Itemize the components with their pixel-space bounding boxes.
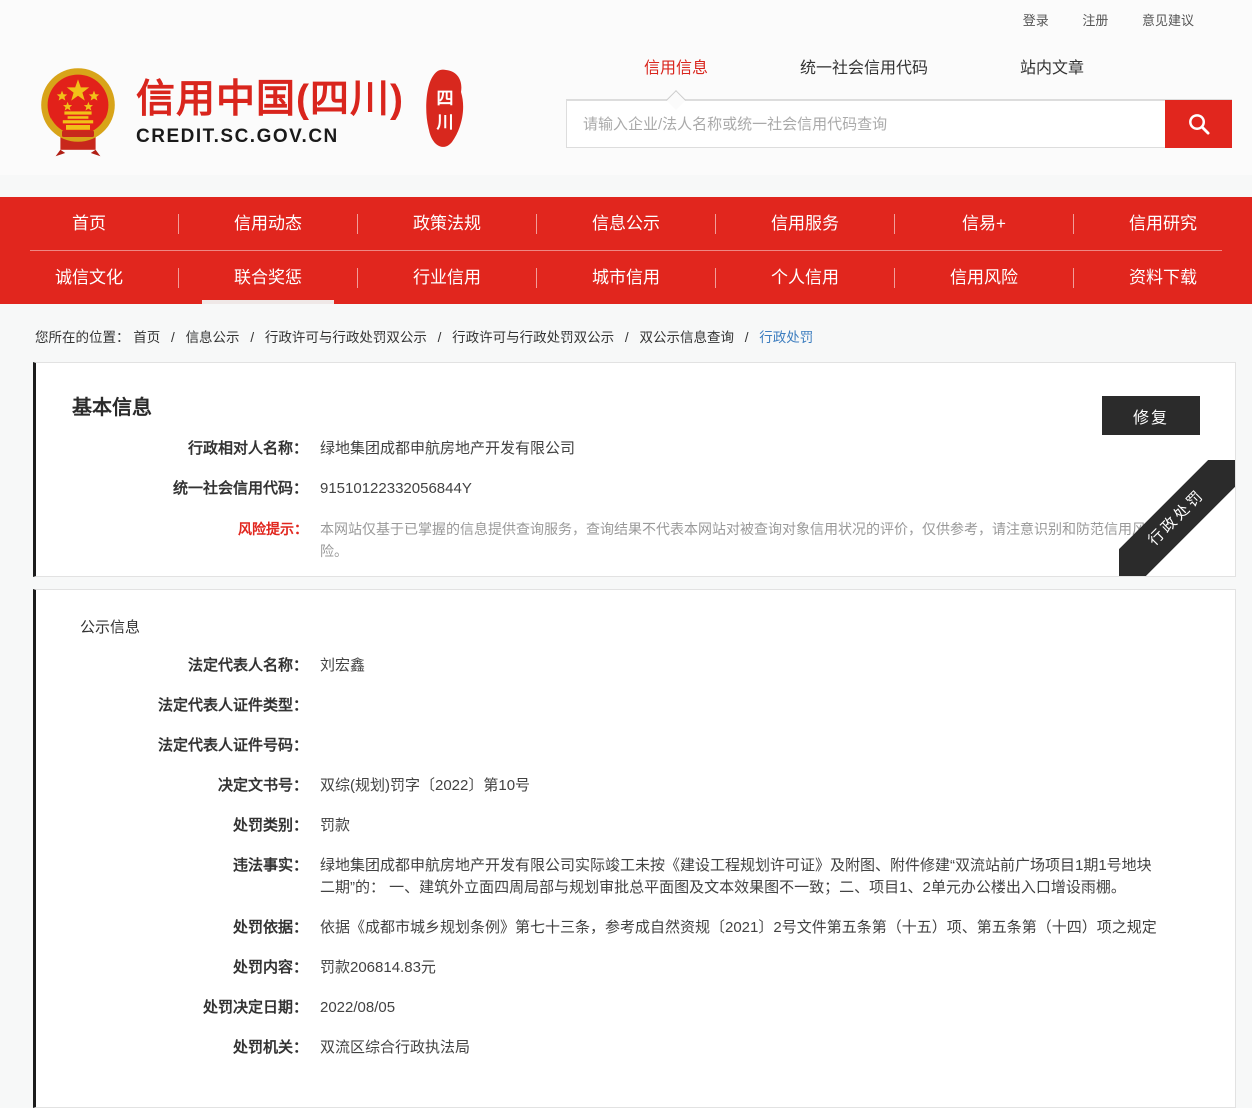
field-value: 双综(规划)罚字〔2022〕第10号	[320, 775, 1215, 797]
field-value: 91510122332056844Y	[320, 478, 1215, 500]
nav-item-home[interactable]: 首页	[0, 197, 178, 250]
nav-item-credit-risk[interactable]: 信用风险	[895, 251, 1073, 304]
basic-info-card: 基本信息 修复 行政相对人名称： 绿地集团成都申航房地产开发有限公司 统一社会信…	[33, 362, 1236, 577]
field-label: 法定代表人名称：	[56, 655, 308, 677]
tab-unified-code[interactable]: 统一社会信用代码	[800, 43, 928, 99]
field-value: 绿地集团成都申航房地产开发有限公司	[320, 438, 1215, 460]
site-title: 信用中国(四川)	[136, 78, 404, 122]
nav-item-personal-credit[interactable]: 个人信用	[716, 251, 894, 304]
risk-notice-row: 风险提示： 本网站仅基于已掌握的信息提供查询服务，查询结果不代表本网站对被查询对…	[56, 518, 1215, 562]
search-icon	[1186, 111, 1212, 137]
breadcrumb-separator: /	[745, 330, 749, 345]
field-value	[320, 695, 1215, 717]
nav-row-2: 诚信文化 联合奖惩 行业信用 城市信用 个人信用 信用风险 资料下载	[0, 251, 1252, 304]
field-value: 刘宏鑫	[320, 655, 1215, 677]
breadcrumb-dual-disclosure-1[interactable]: 行政许可与行政处罚双公示	[265, 330, 427, 345]
site-logo[interactable]: 信用中国(四川) CREDIT.SC.GOV.CN 四 川	[38, 51, 468, 175]
public-info-card: 公示信息 法定代表人名称： 刘宏鑫 法定代表人证件类型： 法定代表人证件号码： …	[33, 589, 1236, 1108]
nav-item-integrity-culture[interactable]: 诚信文化	[0, 251, 178, 304]
breadcrumb: 您所在的位置： 首页 / 信息公示 / 行政许可与行政处罚双公示 / 行政许可与…	[0, 304, 1252, 362]
nav-item-policies[interactable]: 政策法规	[358, 197, 536, 250]
svg-text:川: 川	[435, 113, 453, 132]
info-row: 处罚类别： 罚款	[56, 815, 1215, 837]
main-navigation: 首页 信用动态 政策法规 信息公示 信用服务 信易+ 信用研究 诚信文化 联合奖…	[0, 197, 1252, 304]
field-label: 处罚决定日期：	[56, 997, 308, 1019]
register-link[interactable]: 注册	[1082, 13, 1108, 28]
nav-item-downloads[interactable]: 资料下载	[1074, 251, 1252, 304]
info-row: 决定文书号： 双综(规划)罚字〔2022〕第10号	[56, 775, 1215, 797]
topbar: 登录 注册 意见建议	[0, 0, 1252, 29]
breadcrumb-home[interactable]: 首页	[133, 330, 160, 345]
field-label: 处罚机关：	[56, 1037, 308, 1059]
field-label: 法定代表人证件号码：	[56, 735, 308, 757]
search-tabs: 信用信息 统一社会信用代码 站内文章	[566, 43, 1232, 100]
info-row: 法定代表人证件号码：	[56, 735, 1215, 757]
feedback-link[interactable]: 意见建议	[1142, 13, 1194, 28]
search-button[interactable]	[1165, 100, 1232, 148]
field-label: 法定代表人证件类型：	[56, 695, 308, 717]
search-input[interactable]	[566, 100, 1165, 148]
info-row: 处罚内容： 罚款206814.83元	[56, 957, 1215, 979]
field-label: 处罚依据：	[56, 917, 308, 939]
site-header: 登录 注册 意见建议	[0, 0, 1252, 175]
risk-text: 本网站仅基于已掌握的信息提供查询服务，查询结果不代表本网站对被查询对象信用状况的…	[320, 518, 1215, 562]
nav-item-joint-reward-punishment[interactable]: 联合奖惩	[179, 251, 357, 304]
nav-item-info-disclosure[interactable]: 信息公示	[537, 197, 715, 250]
repair-button[interactable]: 修复	[1102, 396, 1200, 435]
nav-item-industry-credit[interactable]: 行业信用	[358, 251, 536, 304]
breadcrumb-dual-query[interactable]: 双公示信息查询	[639, 330, 734, 345]
breadcrumb-separator: /	[171, 330, 175, 345]
field-value: 绿地集团成都申航房地产开发有限公司实际竣工未按《建设工程规划许可证》及附图、附件…	[320, 855, 1215, 899]
field-value: 罚款	[320, 815, 1215, 837]
header-right: 信用信息 统一社会信用代码 站内文章	[566, 43, 1232, 175]
nav-item-credit-services[interactable]: 信用服务	[716, 197, 894, 250]
breadcrumb-info-disclosure[interactable]: 信息公示	[186, 330, 240, 345]
header-main: 信用中国(四川) CREDIT.SC.GOV.CN 四 川 信用信息 统一社会信…	[0, 29, 1252, 175]
field-label: 统一社会信用代码：	[56, 478, 308, 500]
field-label: 处罚内容：	[56, 957, 308, 979]
search-bar	[566, 100, 1232, 148]
breadcrumb-separator: /	[438, 330, 442, 345]
risk-label: 风险提示：	[56, 518, 308, 562]
site-url: CREDIT.SC.GOV.CN	[136, 126, 404, 148]
national-emblem-icon	[38, 64, 118, 162]
info-row: 处罚机关： 双流区综合行政执法局	[56, 1037, 1215, 1059]
info-row: 处罚决定日期： 2022/08/05	[56, 997, 1215, 1019]
info-row: 法定代表人名称： 刘宏鑫	[56, 655, 1215, 677]
public-info-title: 公示信息	[56, 616, 1215, 637]
sichuan-seal-icon: 四 川	[422, 68, 468, 152]
field-value	[320, 735, 1215, 757]
breadcrumb-separator: /	[625, 330, 629, 345]
breadcrumb-dual-disclosure-2[interactable]: 行政许可与行政处罚双公示	[452, 330, 614, 345]
field-value: 2022/08/05	[320, 997, 1215, 1019]
breadcrumb-separator: /	[250, 330, 254, 345]
field-value: 罚款206814.83元	[320, 957, 1215, 979]
info-row: 违法事实： 绿地集团成都申航房地产开发有限公司实际竣工未按《建设工程规划许可证》…	[56, 855, 1215, 899]
info-row: 处罚依据： 依据《成都市城乡规划条例》第七十三条，参考成自然资规〔2021〕2号…	[56, 917, 1215, 939]
nav-item-xinyi-plus[interactable]: 信易+	[895, 197, 1073, 250]
info-row: 统一社会信用代码： 91510122332056844Y	[56, 478, 1215, 500]
field-value: 依据《成都市城乡规划条例》第七十三条，参考成自然资规〔2021〕2号文件第五条第…	[320, 917, 1215, 939]
nav-item-city-credit[interactable]: 城市信用	[537, 251, 715, 304]
tab-site-articles[interactable]: 站内文章	[1020, 43, 1084, 99]
title-block: 信用中国(四川) CREDIT.SC.GOV.CN	[136, 78, 404, 148]
info-row: 行政相对人名称： 绿地集团成都申航房地产开发有限公司	[56, 438, 1215, 460]
nav-row-1: 首页 信用动态 政策法规 信息公示 信用服务 信易+ 信用研究	[0, 197, 1252, 250]
nav-item-credit-news[interactable]: 信用动态	[179, 197, 357, 250]
breadcrumb-prefix: 您所在的位置：	[35, 330, 130, 345]
svg-text:四: 四	[436, 89, 453, 108]
field-label: 违法事实：	[56, 855, 308, 899]
login-link[interactable]: 登录	[1023, 13, 1049, 28]
info-row: 法定代表人证件类型：	[56, 695, 1215, 717]
field-label: 行政相对人名称：	[56, 438, 308, 460]
breadcrumb-admin-penalty[interactable]: 行政处罚	[759, 330, 813, 345]
basic-info-title: 基本信息	[56, 391, 1215, 420]
tab-credit-info[interactable]: 信用信息	[644, 43, 708, 99]
nav-item-credit-research[interactable]: 信用研究	[1074, 197, 1252, 250]
field-value: 双流区综合行政执法局	[320, 1037, 1215, 1059]
field-label: 决定文书号：	[56, 775, 308, 797]
field-label: 处罚类别：	[56, 815, 308, 837]
